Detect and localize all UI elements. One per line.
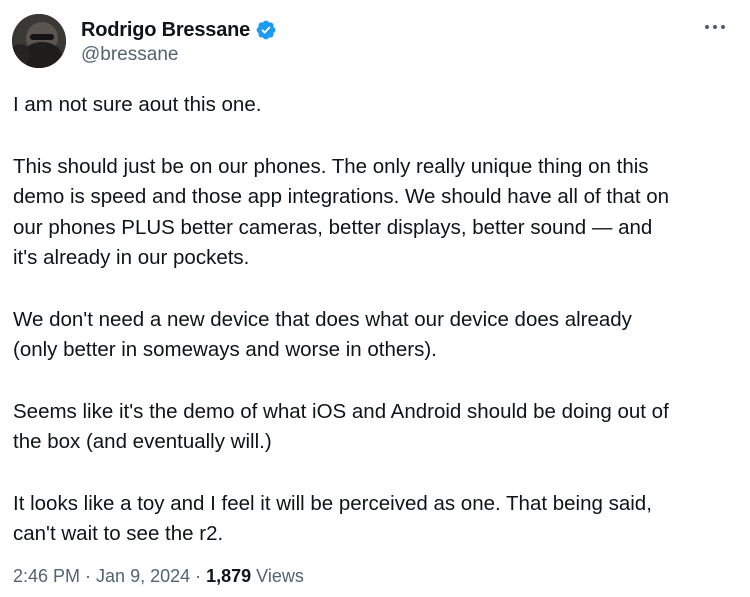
- author-display-name[interactable]: Rodrigo Bressane: [81, 19, 250, 42]
- views-label: Views: [251, 566, 304, 586]
- tweet-paragraph: We don't need a new device that does wha…: [13, 307, 632, 362]
- views-count: 1,879: [206, 566, 252, 586]
- verified-badge-icon: [255, 19, 277, 41]
- author-name-row: Rodrigo Bressane: [81, 17, 277, 43]
- tweet-paragraph: It looks like a toy and I feel it will b…: [13, 491, 652, 546]
- meta-separator: ·: [190, 566, 207, 586]
- tweet-meta: 2:46 PM · Jan 9, 2024 · 1,879 Views: [13, 566, 304, 587]
- tweet: Rodrigo Bressane @bressane I am not sure…: [0, 0, 750, 597]
- tweet-paragraph: This should just be on our phones. The o…: [13, 154, 670, 270]
- tweet-text: I am not sure aout this one. This should…: [13, 90, 738, 550]
- tweet-paragraph: Seems like it's the demo of what iOS and…: [13, 399, 669, 454]
- avatar-image: [12, 14, 66, 68]
- more-horizontal-icon[interactable]: [700, 14, 730, 40]
- tweet-time[interactable]: 2:46 PM: [13, 566, 80, 587]
- meta-separator: ·: [80, 566, 97, 586]
- author-handle[interactable]: @bressane: [81, 44, 178, 66]
- tweet-date[interactable]: Jan 9, 2024: [96, 566, 190, 587]
- tweet-paragraph: I am not sure aout this one.: [13, 93, 262, 116]
- avatar[interactable]: [12, 14, 66, 68]
